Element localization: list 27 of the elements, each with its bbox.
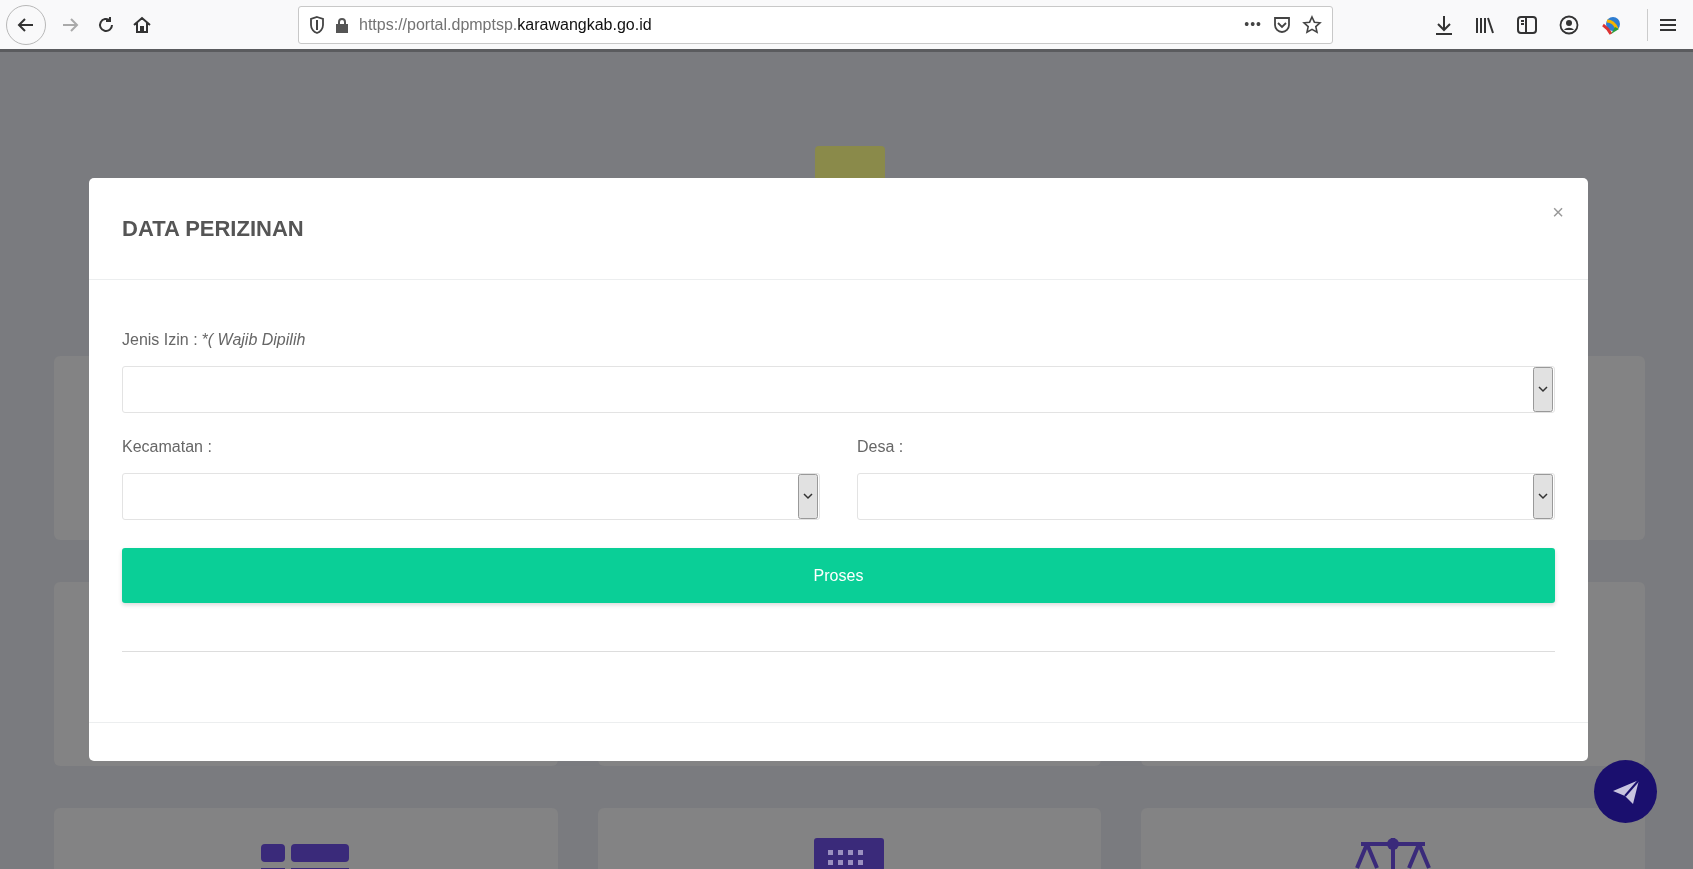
sidebar-icon[interactable] <box>1517 15 1537 34</box>
address-bar[interactable]: https://portal.dpmptsp.karawangkab.go.id ••• <box>298 5 1333 44</box>
library-icon[interactable] <box>1475 15 1495 34</box>
calendar-icon <box>814 838 885 869</box>
url-text: https://portal.dpmptsp.karawangkab.go.id <box>359 14 652 35</box>
field-label: Desa : <box>857 437 904 457</box>
download-icon[interactable] <box>1435 14 1453 35</box>
shield-icon <box>309 15 325 34</box>
dropdown-field[interactable] <box>122 473 820 520</box>
modal-title: DATA PERIZINAN <box>122 215 304 243</box>
field-label: Kecamatan : <box>122 437 212 457</box>
page-actions-button[interactable]: ••• <box>1244 14 1262 35</box>
field-label: Jenis Izin : <box>122 330 198 350</box>
required-note: *( Wajib Dipilih <box>201 330 306 350</box>
pocket-icon[interactable] <box>1272 14 1292 35</box>
reload-icon <box>97 15 115 34</box>
menu-icon[interactable] <box>1660 16 1676 33</box>
dropdown-field[interactable] <box>857 473 1555 520</box>
scales-icon <box>1353 838 1434 869</box>
globe-extension-icon[interactable] <box>1601 14 1623 35</box>
home-icon <box>132 14 152 35</box>
lock-icon <box>335 16 349 33</box>
dropdown-field[interactable] <box>122 366 1555 413</box>
paper-plane-icon <box>1611 778 1640 805</box>
account-icon[interactable] <box>1559 14 1579 35</box>
bookmark-star-icon[interactable] <box>1302 14 1322 35</box>
list-icon <box>260 844 351 869</box>
